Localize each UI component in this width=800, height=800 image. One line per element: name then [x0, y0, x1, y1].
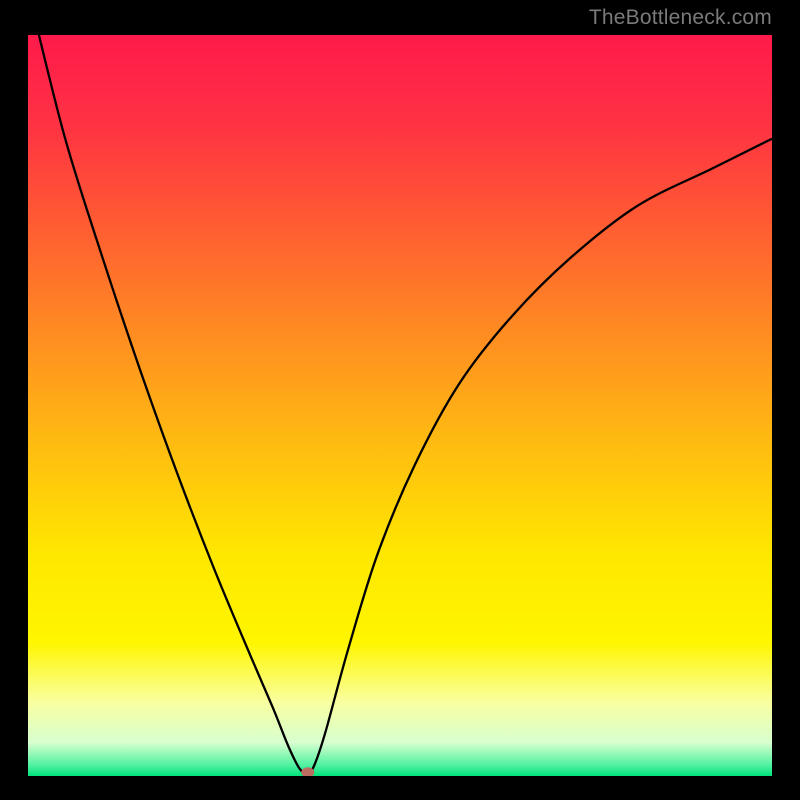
curve-path — [32, 35, 772, 774]
plot-area — [28, 35, 772, 776]
watermark-text: TheBottleneck.com — [589, 6, 772, 30]
bottleneck-curve — [28, 35, 772, 776]
chart-frame: TheBottleneck.com — [0, 0, 800, 800]
